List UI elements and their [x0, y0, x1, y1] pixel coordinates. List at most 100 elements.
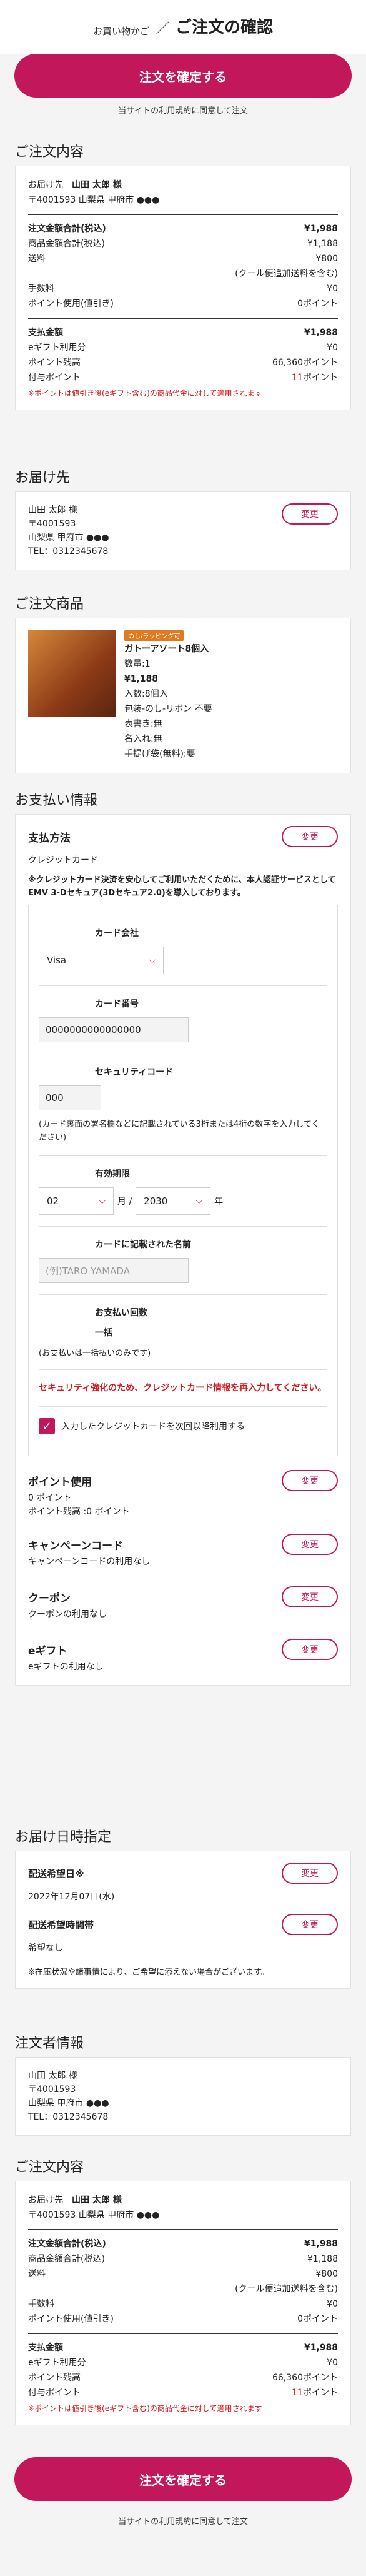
- coupon-change-button[interactable]: 変更: [282, 1586, 338, 1607]
- option-title-coupon: クーポン: [28, 1592, 71, 1605]
- payment-change-button[interactable]: 変更: [282, 826, 338, 847]
- terms-note-bottom: 当サイトの利用規約に同意して注文: [0, 2515, 366, 2527]
- grant-unit: ポイント: [303, 2388, 338, 2398]
- breadcrumb-separator: ／: [155, 21, 169, 37]
- save-card-checkbox[interactable]: ✓: [39, 1418, 55, 1434]
- point-use-value: 0ポイント: [297, 2314, 338, 2324]
- card-number-input[interactable]: 0000000000000000: [39, 1017, 189, 1042]
- product-line: 表書き:無: [124, 719, 162, 729]
- dest-label: お届け先: [28, 2195, 63, 2205]
- payment-section: お支払い情報 支払方法 変更 クレジットカード ※クレジットカード決済を安心して…: [0, 789, 366, 1686]
- payment-card: 支払方法 変更 クレジットカード ※クレジットカード決済を安心してご利用いただく…: [15, 814, 351, 1686]
- shipping-title: お届け先: [15, 470, 71, 486]
- card-form: カード会社 Visa ⌵ カード番号 0000000000000000 セキュリテ…: [28, 905, 338, 1456]
- orderer-card: 山田 太郎 様 〒4001593 山梨県 甲府市 ●●● TEL：0312345…: [15, 2057, 351, 2136]
- time-label: 配送希望時間帯: [28, 1919, 94, 1931]
- date-change-button[interactable]: 変更: [282, 1863, 338, 1884]
- terms-prefix: 当サイトの: [118, 2517, 159, 2527]
- shipping-card: 山田 太郎 様 〒4001593 山梨県 甲府市 ●●● TEL：0312345…: [15, 491, 351, 570]
- dest-label: お届け先: [28, 180, 63, 190]
- total-label: 注文金額合計(税込): [28, 224, 106, 234]
- product-section: ご注文商品 のし/ラッピング可 ガトーアソート8個入 数量:1 ¥1,188 入…: [0, 593, 366, 773]
- holder-name-input[interactable]: (例)TARO YAMADA: [39, 1258, 189, 1283]
- expiry-year-value: 2030: [144, 1195, 168, 1207]
- balance-value: 66,360ポイント: [272, 2373, 338, 2383]
- product-image[interactable]: [28, 630, 116, 717]
- point-note: ※ポイントは値引き後(eギフト含む)の商品代金に対して適用されます: [28, 2404, 262, 2413]
- number-label: カード番号: [95, 999, 139, 1009]
- header: お買い物かご ／ ご注文の確認: [0, 0, 366, 54]
- method-label: 支払方法: [28, 832, 71, 845]
- product-title: ご注文商品: [15, 596, 84, 612]
- delivery-card: 配送希望日※ 変更 2022年12月07日(水) 配送希望時間帯 変更 希望なし ※…: [15, 1851, 351, 1989]
- orderer-title: 注文者情報: [15, 2036, 84, 2051]
- delivery-section: お届け日時指定 配送希望日※ 変更 2022年12月07日(水) 配送希望時間帯 変…: [0, 1826, 366, 1989]
- product-name[interactable]: ガトーアソート8個入: [124, 641, 212, 657]
- ship-label: 送料: [28, 254, 46, 264]
- terms-note: 当サイトの利用規約に同意して注文: [0, 104, 366, 116]
- point-use-label: ポイント使用(値引き): [28, 2314, 114, 2324]
- grant-label: 付与ポイント: [28, 2388, 81, 2398]
- goods-value: ¥1,188: [307, 239, 338, 249]
- goods-value: ¥1,188: [307, 2254, 338, 2264]
- egift-label: eギフト利用分: [28, 343, 86, 353]
- point-use-value: 0ポイント: [297, 299, 338, 309]
- method-value: クレジットカード: [28, 855, 98, 865]
- wrap-tag: のし/ラッピング可: [124, 630, 184, 641]
- dest-addr: 〒4001593 山梨県 甲府市 ●●●: [28, 195, 160, 205]
- payment-title: お支払い情報: [15, 793, 98, 808]
- card-company-select[interactable]: Visa ⌵: [39, 947, 164, 974]
- confirm-order-button-bottom[interactable]: 注文を確定する: [14, 2457, 352, 2501]
- point-note: ※ポイントは値引き後(eギフト含む)の商品代金に対して適用されます: [28, 389, 262, 398]
- ship-label: 送料: [28, 2269, 46, 2279]
- option-title-points: ポイント使用: [28, 1476, 92, 1489]
- code-label: セキュリティコード: [95, 1067, 174, 1077]
- confirm-order-button[interactable]: 注文を確定する: [14, 54, 352, 98]
- confirm-bottom: 注文を確定する 当サイトの利用規約に同意して注文: [0, 2457, 366, 2527]
- shipping-zip: 〒4001593: [28, 519, 76, 529]
- chevron-down-icon: ⌵: [99, 1196, 106, 1206]
- egift-value: ¥0: [327, 343, 338, 353]
- campaign-change-button[interactable]: 変更: [282, 1534, 338, 1555]
- terms-link[interactable]: 利用規約: [159, 2517, 191, 2527]
- shipping-addr: 山梨県 甲府市 ●●●: [28, 533, 109, 543]
- security-code-input[interactable]: 000: [39, 1085, 101, 1110]
- orderer-zip: 〒4001593: [28, 2085, 76, 2095]
- terms-suffix: に同意して注文: [191, 2517, 248, 2527]
- card-company-value: Visa: [47, 955, 67, 966]
- terms-link[interactable]: 利用規約: [159, 106, 191, 116]
- orderer-name: 山田 太郎 様: [28, 2071, 77, 2081]
- terms-prefix: 当サイトの: [118, 106, 159, 116]
- balance-label: ポイント残高: [28, 2373, 81, 2383]
- shipping-tel: TEL：0312345678: [28, 546, 109, 556]
- count-note: (お支払いは一括払いのみです): [39, 1349, 151, 1358]
- expiry-month-select[interactable]: 02 ⌵: [39, 1187, 114, 1215]
- count-label: お支払い回数: [95, 1308, 147, 1318]
- order-confirm-page: お買い物かご ／ ご注文の確認 注文を確定する 当サイトの利用規約に同意して注文…: [0, 0, 366, 2576]
- fee-label: 手数料: [28, 2299, 54, 2309]
- shipping-section: お届け先 山田 太郎 様 〒4001593 山梨県 甲府市 ●●● TEL：03…: [0, 466, 366, 570]
- shipping-change-button[interactable]: 変更: [282, 503, 338, 525]
- egift-change-button[interactable]: 変更: [282, 1639, 338, 1660]
- option-title-campaign: キャンペーンコード: [28, 1539, 124, 1552]
- order-summary-title: ご注文内容: [15, 2160, 84, 2175]
- breadcrumb-cart[interactable]: お買い物かご: [93, 24, 149, 38]
- expiry-label: 有効期限: [95, 1169, 130, 1179]
- expiry-year-select[interactable]: 2030 ⌵: [136, 1187, 211, 1215]
- goods-label: 商品金額合計(税込): [28, 239, 105, 249]
- option-line: eギフトの利用なし: [28, 1662, 104, 1672]
- year-unit: 年: [214, 1197, 224, 1207]
- ship-note: (クール便追加送料を含む): [235, 269, 338, 279]
- fee-value: ¥0: [327, 2299, 338, 2309]
- terms-suffix: に同意して注文: [191, 106, 248, 116]
- goods-label: 商品金額合計(税込): [28, 2254, 105, 2264]
- points-change-button[interactable]: 変更: [282, 1470, 338, 1491]
- shipping-name: 山田 太郎 様: [28, 505, 77, 515]
- total-label: 注文金額合計(税込): [28, 2239, 106, 2249]
- order-summary-section: ご注文内容 お届け先 山田 太郎 様 〒4001593 山梨県 甲府市 ●●● …: [0, 141, 366, 410]
- product-line: 包装-のし-リボン 不要: [124, 704, 212, 714]
- pay-value: ¥1,988: [304, 2343, 338, 2353]
- time-change-button[interactable]: 変更: [282, 1914, 338, 1935]
- product-qty: 数量:1: [124, 659, 151, 669]
- dest-info: お届け先 山田 太郎 様: [28, 178, 122, 193]
